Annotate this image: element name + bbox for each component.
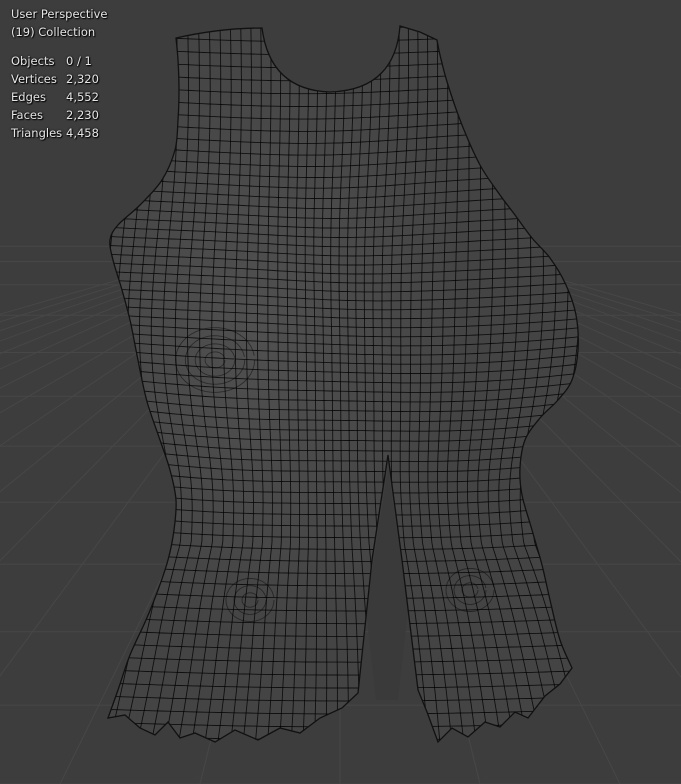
- stat-triangles: Triangles 4,458: [11, 124, 107, 142]
- stat-value: 2,320: [66, 72, 99, 86]
- stat-label: Edges: [11, 90, 46, 104]
- stat-value: 4,458: [66, 126, 99, 140]
- stat-objects: Objects 0 / 1: [11, 52, 107, 70]
- stat-label: Faces: [11, 108, 43, 122]
- collection-name: (19) Collection: [11, 25, 96, 39]
- stat-label: Objects: [11, 54, 55, 68]
- stat-value: 2,230: [66, 108, 99, 122]
- 3d-viewport[interactable]: User Perspective (19) Collection Objects…: [0, 0, 681, 784]
- stat-label: Triangles: [11, 126, 63, 140]
- stat-edges: Edges 4,552: [11, 88, 107, 106]
- stat-value: 0 / 1: [66, 54, 92, 68]
- stat-value: 4,552: [66, 90, 99, 104]
- stat-label: Vertices: [11, 72, 57, 86]
- stat-faces: Faces 2,230: [11, 106, 107, 124]
- view-name: User Perspective: [11, 7, 108, 21]
- stat-vertices: Vertices 2,320: [11, 70, 107, 88]
- viewport-text-info: User Perspective (19) Collection Objects…: [11, 5, 107, 142]
